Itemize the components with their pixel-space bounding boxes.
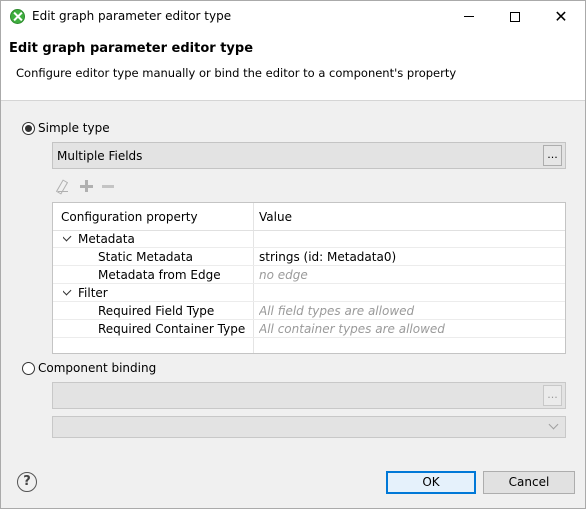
window-title: Edit graph parameter editor type [32,9,232,23]
property-value[interactable]: no edge [259,268,559,282]
table-row-group-metadata[interactable]: Metadata [53,230,565,248]
chevron-down-icon[interactable] [63,286,72,296]
editor-type-browse-button[interactable]: ... [543,145,562,166]
help-icon[interactable]: ? [17,472,37,492]
simple-type-radio[interactable] [22,121,35,135]
chevron-down-icon[interactable] [63,232,72,242]
title-bar: Edit graph parameter editor type ✕ [1,1,585,32]
properties-toolbar [56,178,116,194]
component-binding-field: ... [52,382,566,409]
simple-type-radio-row[interactable]: Simple type [22,120,110,136]
table-row-group-filter[interactable]: Filter [53,284,565,302]
dialog-header: Edit graph parameter editor type Configu… [1,32,585,101]
component-binding-radio-row[interactable]: Component binding [22,360,156,376]
cancel-button[interactable]: Cancel [483,471,575,494]
maximize-icon [510,11,520,22]
chevron-down-icon [548,419,559,430]
group-label: Filter [78,286,108,300]
minimize-icon [464,16,474,17]
remove-icon[interactable] [100,178,116,194]
table-row[interactable]: Static Metadata strings (id: Metadata0) [53,248,565,266]
ok-button[interactable]: OK [386,471,476,494]
property-value[interactable]: All field types are allowed [259,304,559,318]
property-value[interactable]: All container types are allowed [259,322,559,336]
dialog-window: Edit graph parameter editor type ✕ Edit … [0,0,586,509]
app-icon [10,9,25,24]
component-binding-label[interactable]: Component binding [38,361,156,375]
table-header-row: Configuration property Value [53,203,565,231]
column-header-property[interactable]: Configuration property [61,210,261,224]
header-title: Edit graph parameter editor type [9,41,254,56]
edit-icon[interactable] [56,178,72,194]
simple-type-label[interactable]: Simple type [38,121,110,135]
component-binding-browse-button: ... [543,385,562,406]
add-icon[interactable] [78,178,94,194]
column-header-value[interactable]: Value [259,210,559,224]
editor-type-value: Multiple Fields [57,149,143,163]
close-icon: ✕ [554,7,568,26]
property-value[interactable]: strings (id: Metadata0) [259,250,559,264]
table-row[interactable]: Required Field Type All field types are … [53,302,565,320]
maximize-button[interactable] [492,1,538,32]
group-label: Metadata [78,232,135,246]
configuration-table: Configuration property Value Metadata St… [52,202,566,354]
close-button[interactable]: ✕ [538,1,584,32]
component-binding-radio[interactable] [22,361,35,375]
minimize-button[interactable] [446,1,492,32]
table-row[interactable]: Required Container Type All container ty… [53,320,565,338]
table-row[interactable]: Metadata from Edge no edge [53,266,565,284]
editor-type-field[interactable]: Multiple Fields ... [52,142,566,169]
component-property-select [52,416,566,438]
header-description: Configure editor type manually or bind t… [16,66,457,80]
